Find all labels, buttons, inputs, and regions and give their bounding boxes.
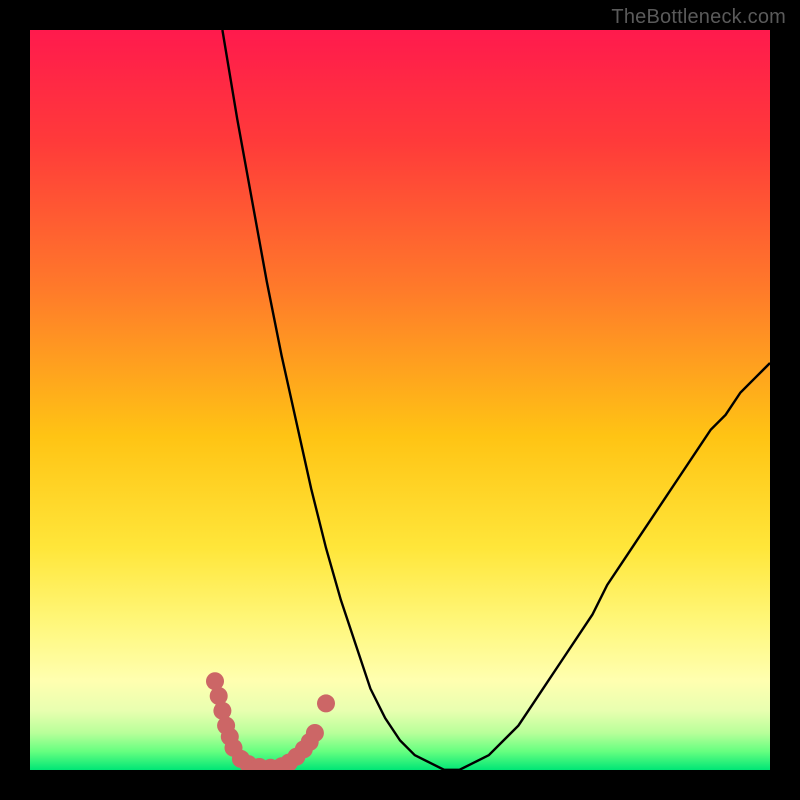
marker-dots xyxy=(206,672,335,770)
marker-dot xyxy=(306,724,324,742)
watermark-text: TheBottleneck.com xyxy=(611,6,786,29)
outer-frame: TheBottleneck.com xyxy=(0,0,800,800)
marker-dot xyxy=(317,694,335,712)
curve-left-branch xyxy=(222,30,459,770)
plot-area xyxy=(30,30,770,770)
curve-right-branch xyxy=(444,363,770,770)
curve-layer xyxy=(30,30,770,770)
